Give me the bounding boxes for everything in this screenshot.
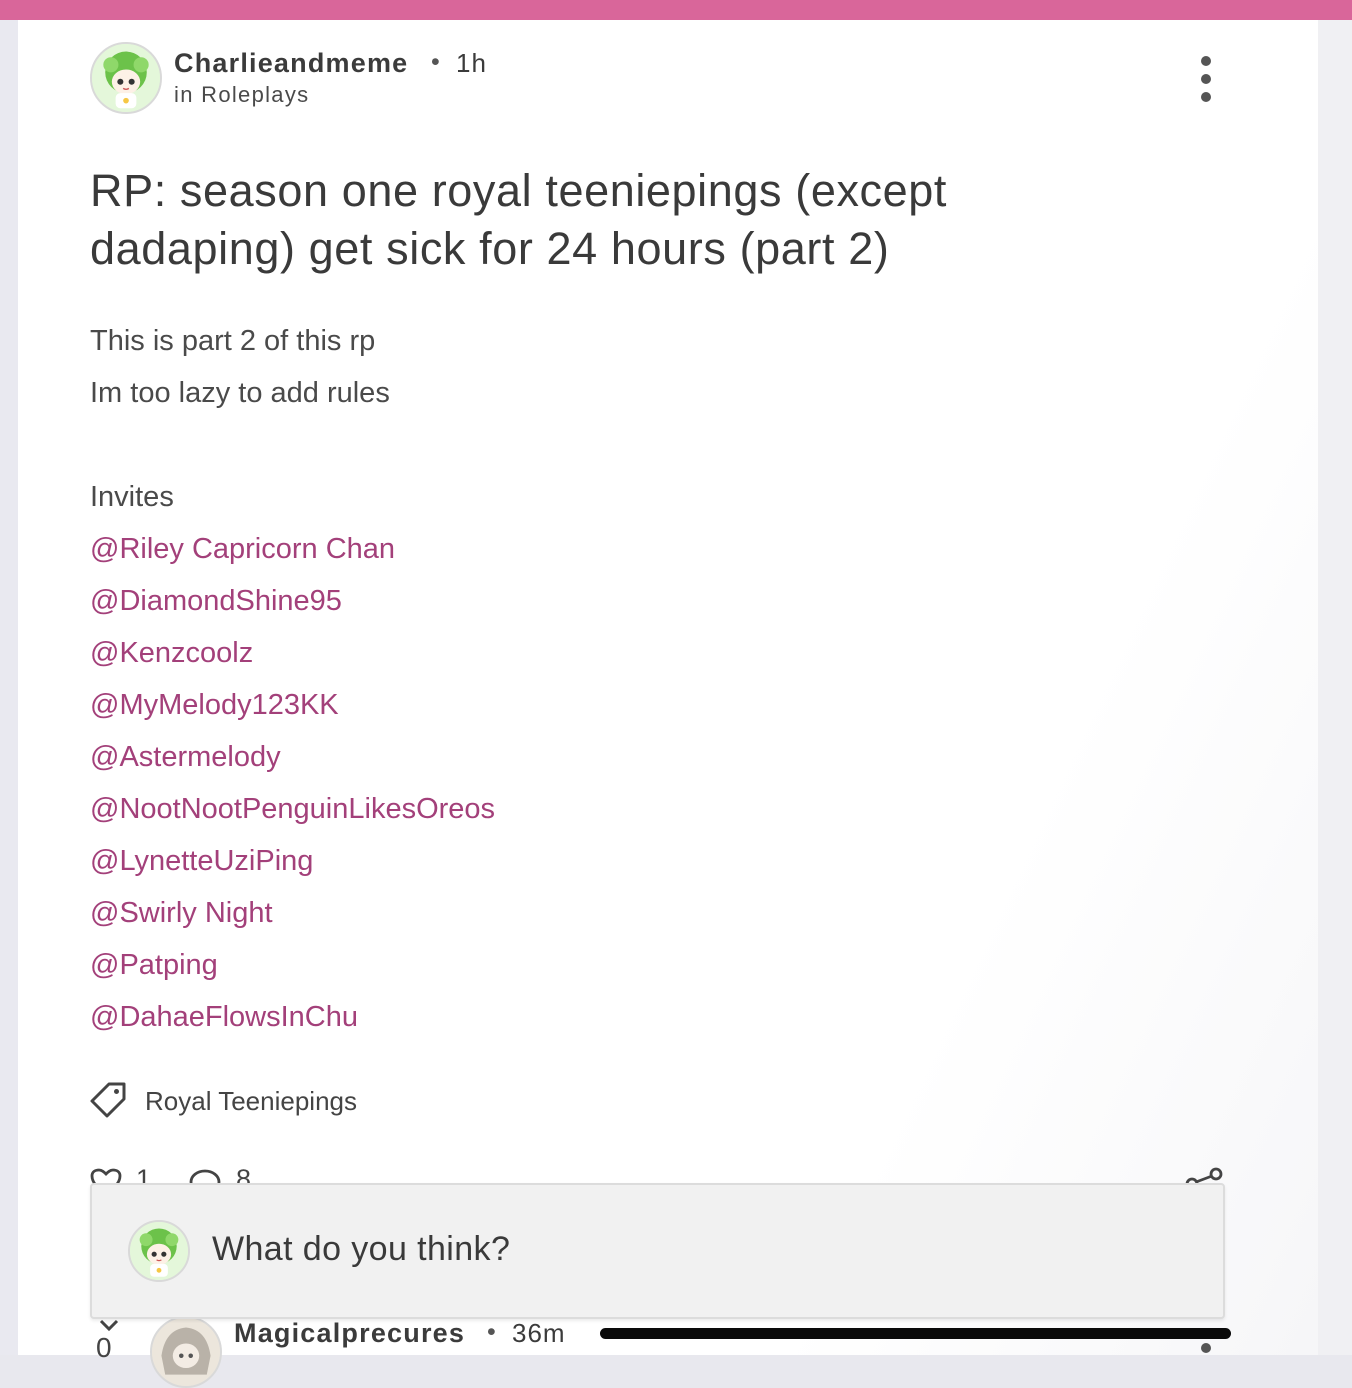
body-text-line: Im too lazy to add rules [90, 377, 390, 409]
comment-placeholder[interactable]: What do you think? [212, 1230, 510, 1269]
vote-count: 0 [96, 1332, 112, 1363]
top-accent-bar [0, 0, 1352, 20]
avatar-image [92, 44, 160, 112]
comment-time: 36m [512, 1318, 566, 1348]
meta-separator: • [431, 48, 440, 76]
current-user-avatar [128, 1220, 190, 1282]
author-avatar[interactable] [90, 42, 162, 114]
post-time: 1h [456, 48, 487, 78]
mention-link[interactable]: @Riley Capricorn Chan [90, 533, 395, 566]
mention-link[interactable]: @Patping [90, 949, 218, 982]
scroll-indicator [600, 1328, 1231, 1339]
mention-link[interactable]: @DahaeFlowsInChu [90, 1001, 358, 1034]
author-name[interactable]: Charlieandmeme [174, 48, 408, 79]
left-gutter [0, 20, 18, 1355]
mention-link[interactable]: @Kenzcoolz [90, 637, 253, 670]
avatar-image [152, 1318, 220, 1386]
chevron-down-icon[interactable] [98, 1318, 120, 1332]
body-text-line: Invites [90, 481, 174, 513]
more-vertical-icon-dot [1201, 74, 1211, 84]
more-vertical-icon-dot [1201, 92, 1211, 102]
commenter-avatar[interactable] [150, 1316, 222, 1388]
more-vertical-icon[interactable] [1201, 1343, 1211, 1353]
mention-link[interactable]: @NootNootPenguinLikesOreos [90, 793, 495, 826]
mention-link[interactable]: @LynetteUziPing [90, 845, 313, 878]
tag-icon [90, 1082, 126, 1118]
commenter-name[interactable]: Magicalprecures [234, 1318, 465, 1349]
body-text-line: This is part 2 of this rp [90, 325, 376, 357]
mention-link[interactable]: @Swirly Night [90, 897, 273, 930]
avatar-image [130, 1222, 188, 1280]
meta-separator: • [487, 1318, 496, 1346]
more-vertical-icon [1201, 56, 1211, 66]
mention-link[interactable]: @DiamondShine95 [90, 585, 342, 618]
community-link[interactable]: in Roleplays [174, 82, 309, 108]
topic-tag[interactable]: Royal Teeniepings [145, 1086, 357, 1117]
mention-link[interactable]: @MyMelody123KK [90, 689, 339, 722]
more-options-button[interactable] [1190, 56, 1222, 102]
post-title: RP: season one royal teeniepings (except… [90, 165, 948, 274]
right-gutter [1318, 20, 1352, 1355]
mention-link[interactable]: @Astermelody [90, 741, 281, 774]
